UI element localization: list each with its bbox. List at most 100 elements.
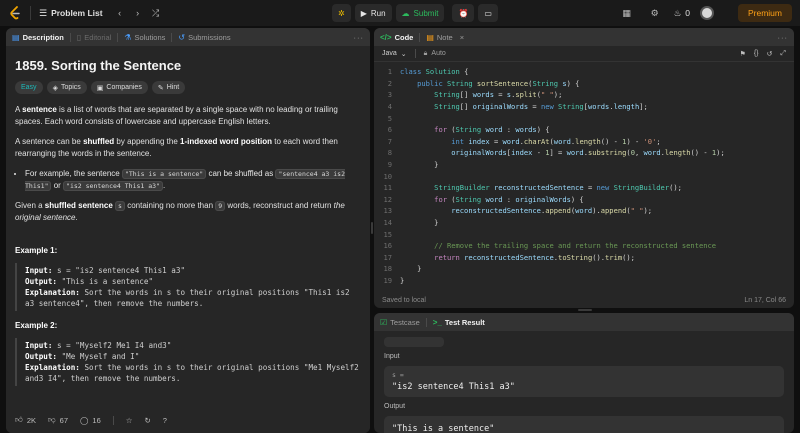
premium-button[interactable]: Premium xyxy=(737,4,792,22)
tab-note[interactable]: ▤ Note × xyxy=(426,33,464,42)
code-line: 19} xyxy=(374,275,794,287)
line-number: 3 xyxy=(387,90,392,100)
help-question-icon[interactable]: ? xyxy=(163,416,167,425)
line-number: 14 xyxy=(383,218,392,228)
next-problem-icon[interactable]: › xyxy=(129,4,147,22)
text: can be shuffled as xyxy=(206,169,276,178)
shuffle-icon[interactable]: ⤮ xyxy=(147,4,165,22)
code-tabs: </> Code ▤ Note × ··· xyxy=(374,28,794,46)
inline-code: 9 xyxy=(215,201,226,211)
line-number: 9 xyxy=(387,160,392,170)
line-number: 17 xyxy=(383,252,392,262)
output-value: "This is a sentence" xyxy=(57,277,154,286)
panel-menu-icon[interactable]: ··· xyxy=(778,33,789,42)
language-select[interactable]: Java ⌄ xyxy=(382,50,407,58)
leetcode-logo-icon[interactable] xyxy=(8,6,22,20)
text: For example, the sentence xyxy=(25,169,122,178)
code-line: 1 class Solution { xyxy=(374,66,794,78)
example-1-heading: Example 1: xyxy=(15,246,58,255)
example-2-heading: Example 2: xyxy=(15,321,58,330)
explanation-label: Explanation: xyxy=(25,363,80,372)
editor-tools: ⚑ {} ↺ ⤢ xyxy=(740,50,786,58)
share-icon[interactable]: ↻ xyxy=(144,416,150,425)
reset-icon[interactable]: ↺ xyxy=(767,50,773,58)
text: by appending the xyxy=(114,137,181,146)
code-panel: </> Code ▤ Note × ··· Java ⌄ 🔒︎ Auto ⚑ {… xyxy=(374,28,794,308)
comment-icon: ◯ xyxy=(80,415,89,425)
code-line: 6 for (String word : words) { xyxy=(374,124,794,136)
code-line: 4 String[] originalWords = new String[wo… xyxy=(374,101,794,113)
tab-test-result[interactable]: >_ Test Result xyxy=(433,318,485,327)
tab-note-label: Note xyxy=(436,32,453,42)
tab-solutions-label: Solutions xyxy=(134,32,166,42)
autocomplete-toggle[interactable]: 🔒︎ Auto xyxy=(424,50,446,58)
format-braces-icon[interactable]: {} xyxy=(754,50,759,58)
play-icon: ▶ xyxy=(360,8,367,18)
line-number: 7 xyxy=(387,136,392,146)
run-button[interactable]: ▶ Run xyxy=(354,4,392,22)
avatar[interactable] xyxy=(699,6,714,20)
submit-button[interactable]: ☁ Submit xyxy=(395,4,445,22)
problem-list-button[interactable]: ☰ Problem List xyxy=(39,8,103,19)
text: A sentence can be xyxy=(15,137,84,146)
run-label: Run xyxy=(370,8,386,18)
like-button[interactable]: 👍︎ 2K xyxy=(15,415,36,425)
tab-solutions[interactable]: ⚗ Solutions xyxy=(124,33,165,42)
line-number: 13 xyxy=(383,206,392,216)
divider xyxy=(425,317,427,327)
notes-button[interactable]: ▭ xyxy=(478,4,498,22)
line-number: 16 xyxy=(383,241,392,251)
debug-button[interactable]: ✲ xyxy=(332,4,351,22)
code-editor[interactable]: 1 class Solution { 2 public String sortSe… xyxy=(374,62,794,286)
prev-problem-icon[interactable]: ‹ xyxy=(111,4,129,22)
tab-code[interactable]: </> Code xyxy=(380,33,413,42)
code-line: 18 } xyxy=(374,263,794,275)
explanation-label: Explanation: xyxy=(25,288,80,297)
terminal-icon: >_ xyxy=(432,317,442,327)
streak-counter[interactable]: ♨ 0 xyxy=(674,8,690,19)
streak-count: 0 xyxy=(685,8,690,18)
panel-menu-icon[interactable]: ··· xyxy=(354,33,365,42)
comments-button[interactable]: ◯ 16 xyxy=(80,416,101,425)
output-label: Output: xyxy=(25,352,58,361)
tab-editorial[interactable]: ▯ Editorial xyxy=(77,33,112,42)
save-status: Saved to local xyxy=(382,296,426,304)
description-tabs: ▤ Description ▯ Editorial ⚗ Solutions ↺ … xyxy=(6,28,370,46)
lock-icon: 🔒︎ xyxy=(423,49,428,57)
tab-editorial-label: Editorial xyxy=(84,32,112,42)
code-line: 9 } xyxy=(374,159,794,171)
bookmark-icon[interactable]: ⚑ xyxy=(740,50,746,58)
fullscreen-icon[interactable]: ⤢ xyxy=(780,50,786,58)
line-number: 6 xyxy=(387,125,392,135)
flask-icon: ⚗ xyxy=(124,32,132,42)
timer-button[interactable]: ⏰ xyxy=(452,4,475,22)
like-count: 2K xyxy=(26,415,37,425)
page-title[interactable]: 1859. Sorting the Sentence xyxy=(15,58,361,73)
text: containing no more than xyxy=(124,201,216,210)
topics-tag[interactable]: ◈ Topics xyxy=(46,81,87,94)
companies-tag[interactable]: ▣ Companies xyxy=(90,81,148,94)
line-number: 5 xyxy=(387,113,392,123)
paragraph-definition: A sentence is a list of words that are s… xyxy=(15,104,361,128)
tab-description[interactable]: ▤ Description xyxy=(12,33,64,42)
divider xyxy=(69,32,71,42)
horizontal-resize-handle[interactable] xyxy=(578,309,592,311)
top-bar: ☰ Problem List ‹ › ⤮ ✲ ▶ Run ☁ Submit ⏰ … xyxy=(0,0,800,26)
dislike-button[interactable]: 👎︎ 67 xyxy=(48,415,68,425)
code-brackets-icon: </> xyxy=(380,32,392,42)
settings-gear-icon[interactable]: ⚙ xyxy=(646,4,664,22)
test-result-body: Input s = "is2 sentence4 This1 a3" Outpu… xyxy=(374,331,794,433)
tab-testcase[interactable]: ☑ Testcase xyxy=(380,318,420,327)
layout-icon[interactable]: ▦ xyxy=(618,4,636,22)
vertical-resize-handle[interactable] xyxy=(371,222,373,234)
note-icon: ▤ xyxy=(426,32,434,42)
close-icon[interactable]: × xyxy=(460,33,464,42)
tab-submissions-label: Submissions xyxy=(188,32,231,42)
alarm-clock-icon: ⏰ xyxy=(458,8,469,18)
input-box: s = "is2 sentence4 This1 a3" xyxy=(384,366,784,397)
text: . xyxy=(75,213,78,222)
inline-code: "This is a sentence" xyxy=(121,169,207,179)
tab-submissions[interactable]: ↺ Submissions xyxy=(178,33,230,42)
hint-tag[interactable]: ✎ Hint xyxy=(151,81,186,94)
favorite-star-icon[interactable]: ☆ xyxy=(126,416,133,425)
